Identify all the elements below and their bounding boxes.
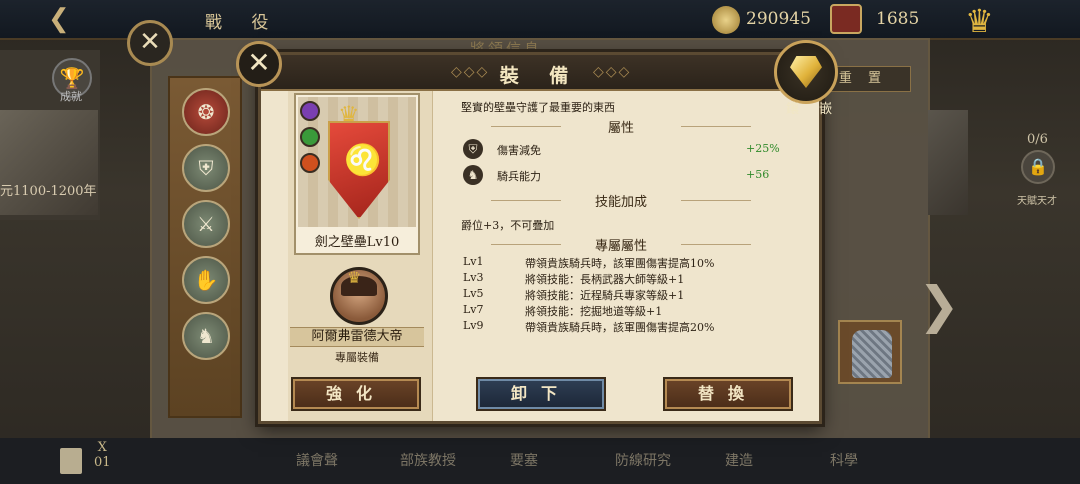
horse-icon: ♞ <box>463 165 483 185</box>
bottom-tab[interactable]: 科學 <box>830 450 858 470</box>
level-text: 帶領貴族騎兵時，該軍團傷害提高20% <box>525 321 715 334</box>
modal-header: ◇◇◇ ◇◇◇ 裝 備 <box>261 55 819 91</box>
next-arrow-icon[interactable]: ❯ <box>918 276 960 334</box>
replace-button[interactable]: 替換 <box>663 377 793 411</box>
counter-top: X <box>97 440 107 455</box>
scroll-icon[interactable] <box>60 448 82 474</box>
item-name: 劍之壁壘Lv10 <box>314 235 400 250</box>
slot-horse-icon[interactable]: ♞ <box>182 312 230 360</box>
attribute-value: +25% <box>746 142 780 155</box>
level-text: 將領技能：長柄武器大師等級+1 <box>525 273 685 286</box>
background-close-button[interactable]: ✕ <box>127 20 173 66</box>
item-art: ♛ ♌ <box>298 97 416 227</box>
locked-talent[interactable]: 0/6 🔒 天賦天才 <box>1005 132 1065 207</box>
level-label: Lv9 <box>463 319 484 332</box>
chainmail-icon <box>852 330 892 378</box>
slot-glove-icon[interactable]: ✋ <box>182 256 230 304</box>
level-label: Lv3 <box>463 271 484 284</box>
back-arrow-icon[interactable]: ❮ <box>48 4 70 34</box>
item-details: 堅實的壁壘守護了最重要的東西 屬性 ⛨ 傷害減免 +25% ♞ 騎兵能力 +56… <box>461 95 801 335</box>
level-label: Lv1 <box>463 255 484 268</box>
bottom-tab[interactable]: 防線研究 <box>615 450 671 470</box>
slot-shield-icon[interactable]: ⛨ <box>182 144 230 192</box>
gem-socket-green[interactable] <box>300 127 320 147</box>
exclusive-header: 專屬屬性 <box>461 235 781 254</box>
gem-socket-purple[interactable] <box>300 101 320 121</box>
gem-socket-orange[interactable] <box>300 153 320 173</box>
attribute-value: +56 <box>746 168 770 181</box>
background-left-panel: 🏆 成就 元1100-1200年 <box>0 50 100 220</box>
background-right-image <box>928 110 968 215</box>
bottom-tab[interactable]: 要塞 <box>510 450 538 470</box>
hero-name: 阿爾弗雷德大帝 <box>290 327 424 347</box>
screen-title: 戰 役 <box>205 13 281 33</box>
level-row: Lv5 將領技能：近程騎兵專家等級+1 <box>463 287 783 303</box>
locked-label: 天賦天才 <box>1017 196 1057 207</box>
attr-header: 屬性 <box>461 117 781 136</box>
level-row: Lv3 將領技能：長柄武器大師等級+1 <box>463 271 783 287</box>
level-label: Lv5 <box>463 287 484 300</box>
equipment-modal: ◇◇◇ ◇◇◇ 裝 備 ♛ ♌ 劍之壁壘Lv10 ♛ 阿爾弗雷德大帝 專屬裝備 … <box>258 52 822 424</box>
close-icon[interactable]: ✕ <box>236 41 282 87</box>
locked-ratio: 0/6 <box>1027 132 1048 147</box>
bottom-tab[interactable]: 議會聲 <box>296 450 338 470</box>
level-text: 將領技能：近程騎兵專家等級+1 <box>525 289 685 302</box>
level-row: Lv1 帶領貴族騎兵時，該軍團傷害提高10% <box>463 255 783 271</box>
counter-bottom: 01 <box>94 455 111 470</box>
slot-helmet-icon[interactable]: ❂ <box>182 88 230 136</box>
gem-icon <box>790 56 822 88</box>
strengthen-button[interactable]: 強化 <box>291 377 421 411</box>
era-text: 元1100-1200年 <box>0 184 97 199</box>
coin-count: 290945 <box>746 9 811 29</box>
skill-bonus-text: 爵位+3，不可疊加 <box>461 219 555 232</box>
bottom-tab[interactable]: 部族教授 <box>400 450 456 470</box>
level-label: Lv7 <box>463 303 484 316</box>
level-row: Lv9 帶領貴族騎兵時，該軍團傷害提高20% <box>463 319 783 335</box>
equipment-slot-column: ❂ ⛨ ⚔ ✋ ♞ <box>168 76 242 418</box>
crown-icon: ♛ <box>347 268 362 287</box>
crown-icon[interactable]: ♛ <box>965 2 994 40</box>
attribute-name: 騎兵能力 <box>497 170 541 183</box>
item-description: 堅實的壁壘守護了最重要的東西 <box>461 101 615 114</box>
lock-icon: 🔒 <box>1021 150 1055 184</box>
level-text: 將領技能：挖掘地道等級+1 <box>525 305 663 318</box>
level-row: Lv7 將領技能：挖掘地道等級+1 <box>463 303 783 319</box>
modal-title: 裝 備 <box>499 65 581 87</box>
attribute-row: ⛨ 傷害減免 +25% <box>461 139 781 161</box>
attribute-row: ♞ 騎兵能力 +56 <box>461 165 781 187</box>
gem-sockets <box>300 101 320 179</box>
unequip-button[interactable]: 卸下 <box>476 377 606 411</box>
armor-equipment-slot[interactable] <box>838 320 902 384</box>
level-text: 帶領貴族騎兵時，該軍團傷害提高10% <box>525 257 715 270</box>
item-card[interactable]: ♛ ♌ 劍之壁壘Lv10 <box>294 93 420 255</box>
slot-weapon-icon[interactable]: ⚔ <box>182 200 230 248</box>
attribute-name: 傷害減免 <box>497 144 541 157</box>
shield-icon: ⛨ <box>463 139 483 159</box>
skill-header: 技能加成 <box>461 191 781 210</box>
banner-resource-icon <box>830 4 862 34</box>
hero-subtitle: 專屬裝備 <box>335 351 379 364</box>
inlay-label: 鑲 嵌 <box>786 102 841 117</box>
banner-resource-count: 1685 <box>876 9 920 29</box>
shield-image: ♌ <box>328 121 390 219</box>
lion-icon: ♌ <box>344 143 382 178</box>
item-column: ♛ ♌ 劍之壁壘Lv10 ♛ 阿爾弗雷德大帝 專屬裝備 <box>288 91 433 421</box>
page-counter: X 01 <box>94 440 111 470</box>
campaign-image[interactable] <box>0 110 98 215</box>
achievement-label: 成就 <box>60 90 82 103</box>
bottom-tab[interactable]: 建造 <box>725 450 753 470</box>
hero-portrait[interactable]: ♛ <box>330 267 388 325</box>
coin-icon <box>712 6 740 34</box>
bottom-nav: 議會聲 部族教授 要塞 防線研究 建造 科學 <box>0 438 1080 484</box>
inlay-button[interactable] <box>774 40 838 104</box>
